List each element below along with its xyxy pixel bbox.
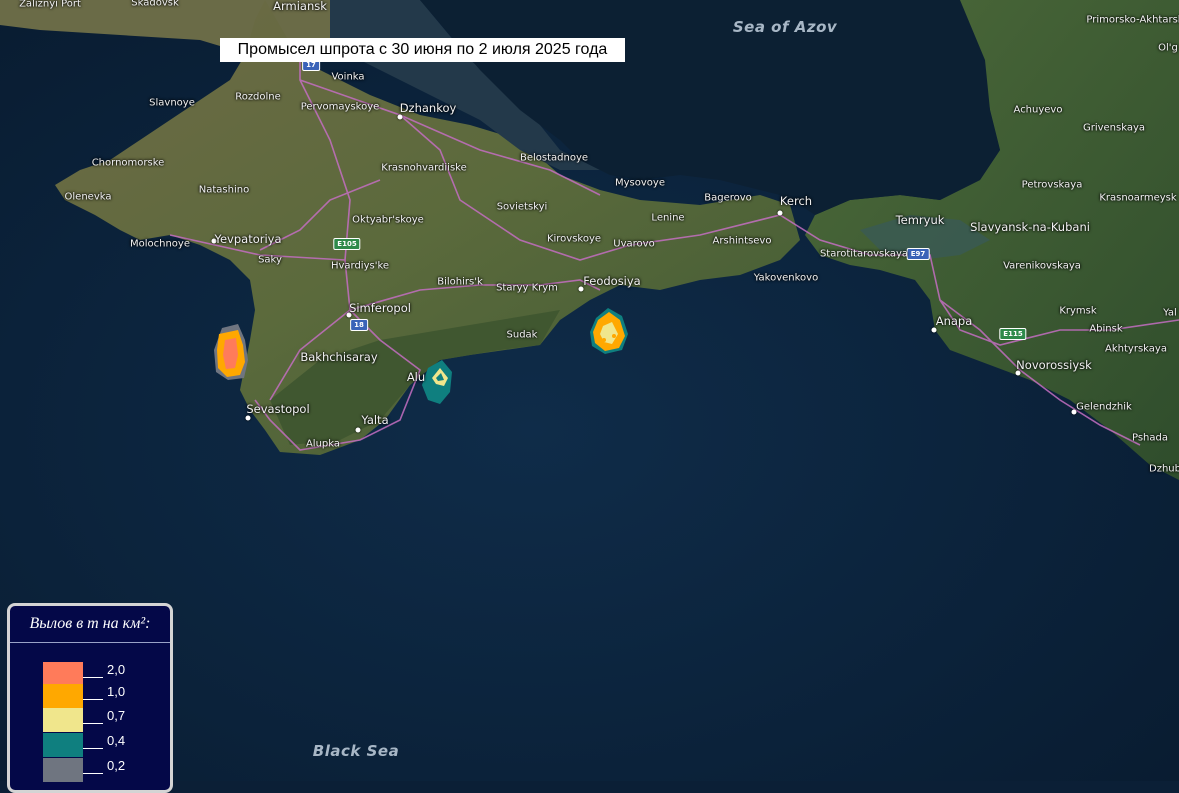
legend-tick [83, 773, 103, 774]
legend-label: 0,7 [107, 708, 126, 723]
place-label: Skadovsk [131, 0, 179, 9]
legend-swatch [43, 733, 83, 757]
place-label: Temryuk [895, 213, 945, 227]
legend-tick [83, 748, 103, 749]
road-shield-e115: E115 [999, 328, 1027, 340]
city-dot-anapa [931, 327, 937, 333]
place-label: Bilohirs'k [437, 276, 483, 288]
road-shield-e97: E97 [906, 248, 930, 260]
place-label: Simferopol [349, 301, 411, 315]
place-label: Slavyansk-na-Kubani [970, 220, 1090, 234]
sea-label-azov: Sea of Azov [732, 18, 838, 36]
place-label: Bakhchisaray [300, 350, 378, 364]
legend-tick [83, 699, 103, 700]
place-label: Starotitarovskaya [819, 248, 909, 260]
place-label: Sudak [506, 329, 538, 341]
place-label: Primorsko-Akhtarsk [1086, 14, 1179, 26]
place-label: Abinsk [1089, 323, 1123, 335]
sea-label-black: Black Sea [312, 742, 400, 760]
place-label: Saky [258, 254, 282, 266]
legend-item: 1,0 [40, 684, 165, 708]
place-label: Zaliznyi Port [19, 0, 81, 10]
map-canvas[interactable] [0, 0, 1179, 781]
place-label: Yalta [361, 413, 389, 427]
place-label: Sovietskyi [496, 201, 548, 213]
place-label: Anapa [935, 314, 973, 328]
place-label: Alu [406, 370, 426, 384]
place-label: Voinka [331, 71, 365, 83]
legend-swatch [43, 708, 83, 732]
place-label: Varenikovskaya [1003, 260, 1081, 272]
legend-item: 0,7 [40, 708, 165, 732]
place-label: Belostadnoye [519, 152, 589, 164]
place-label: Rozdolne [235, 91, 281, 103]
legend-tick [83, 723, 103, 724]
map-title: Промысел шпрота с 30 июня по 2 июля 2025… [220, 38, 625, 62]
place-label: Feodosiya [583, 274, 641, 288]
legend-swatch [43, 758, 83, 782]
place-label: Arshintsevo [712, 235, 772, 247]
place-label: Yakovenkovo [753, 272, 819, 284]
legend-tick [83, 677, 103, 678]
place-label: Hvardiys'ke [330, 260, 390, 272]
place-label: Pshada [1131, 432, 1169, 444]
legend-label: 2,0 [107, 662, 126, 677]
place-label: Kirovskoye [546, 233, 602, 245]
place-label: Kerch [779, 194, 813, 208]
place-label: Olenevka [64, 191, 112, 203]
legend-label: 0,2 [107, 758, 126, 773]
place-label: Yevpatoriya [214, 232, 282, 246]
road-shield-e105: E105 [333, 238, 361, 250]
place-label: Lenine [651, 212, 685, 224]
place-label: Petrovskaya [1021, 179, 1083, 191]
legend-item: 0,2 [40, 758, 165, 782]
place-label: Staryy Krym [496, 282, 558, 294]
place-label: Dzhub [1149, 463, 1179, 475]
place-label: Armiansk [273, 0, 327, 13]
place-label: Natashino [198, 184, 250, 196]
legend-label: 1,0 [107, 684, 126, 699]
legend-panel: Вылов в т на км²: 2,0 1,0 0,7 0,4 0,2 [7, 603, 173, 793]
legend-item: 0,4 [40, 733, 165, 757]
place-label: Molochnoye [129, 238, 191, 250]
legend-title: Вылов в т на км²: [10, 606, 170, 643]
place-label: Pervomayskoye [300, 101, 380, 113]
place-label: Novorossiysk [1016, 358, 1092, 372]
place-label: Achuyevo [1013, 104, 1063, 116]
legend-swatch [43, 662, 83, 686]
place-label: Krasnoarmeysk [1099, 192, 1177, 204]
place-label: Krymsk [1059, 305, 1097, 317]
place-label: Mysovoye [615, 177, 665, 189]
place-label: Yal [1163, 307, 1177, 319]
place-label: Akhtyrskaya [1105, 343, 1167, 355]
city-dot-dzhankoy [397, 114, 403, 120]
place-label: Gelendzhik [1076, 401, 1132, 413]
place-label: Alupka [305, 438, 341, 450]
place-label: Grivenskaya [1082, 122, 1146, 134]
place-label: Dzhankoy [399, 101, 457, 115]
road-shield-18: 18 [350, 319, 368, 331]
city-dot-sevastopol [245, 415, 251, 421]
place-label: Slavnoye [149, 97, 195, 109]
place-label: Uvarovo [613, 238, 655, 250]
legend-item: 2,0 [40, 662, 165, 686]
place-label: Oktyabr'skoye [352, 214, 424, 226]
place-label: Bagerovo [704, 192, 752, 204]
legend-swatch [43, 684, 83, 708]
place-label: Krasnohvardiiske [381, 162, 467, 174]
place-label: Ol'g [1158, 42, 1178, 54]
place-label: Sevastopol [246, 402, 310, 416]
city-dot-kerch [777, 210, 783, 216]
city-dot-yalta [355, 427, 361, 433]
place-label: Chornomorske [91, 157, 165, 169]
legend-label: 0,4 [107, 733, 126, 748]
